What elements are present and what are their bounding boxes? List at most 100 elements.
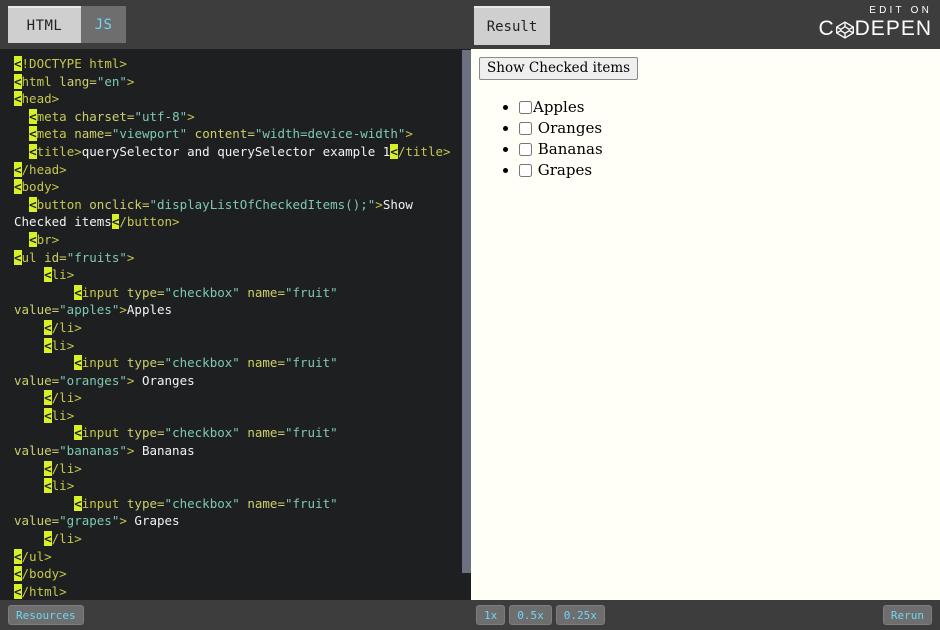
- fruit-checkbox[interactable]: [519, 101, 532, 114]
- code-token-at: name=: [239, 495, 285, 511]
- code-token-tg: button: [36, 196, 90, 212]
- code-token-tx: Oranges: [134, 372, 195, 388]
- code-token-tg: >: [119, 302, 127, 318]
- codepen-wordmark: C DEPEN: [818, 17, 932, 41]
- code-token-at: type=: [126, 425, 165, 441]
- code-token-br: <: [44, 460, 52, 476]
- code-token-tg: /body>: [21, 566, 67, 582]
- code-token-br: <: [74, 355, 82, 371]
- code-token-tg: li>: [51, 267, 75, 283]
- code-token-st: "fruit": [284, 284, 338, 300]
- code-line: <!DOCTYPE html>: [14, 55, 454, 73]
- code-token-tg: !DOCTYPE html>: [21, 56, 127, 71]
- zoom-level-0-25x[interactable]: 0.25x: [555, 605, 605, 625]
- list-item: Oranges: [519, 118, 932, 139]
- code-token-tg: html: [21, 73, 60, 89]
- code-token-st: "fruit": [284, 495, 338, 511]
- zoom-level-0-5x[interactable]: 0.5x: [509, 605, 552, 625]
- code-token-br: <: [44, 478, 52, 494]
- code-token-at: type=: [126, 284, 165, 300]
- code-line: <input type="checkbox" name="fruit" valu…: [14, 354, 454, 389]
- code-token-st: "width=device-width": [254, 126, 406, 142]
- code-token-tg: input: [81, 284, 127, 300]
- codepen-brand[interactable]: EDIT ON C DEPEN: [818, 4, 932, 41]
- tab-html[interactable]: HTML: [8, 6, 81, 43]
- code-token-br: <: [44, 390, 52, 406]
- codepen-wordmark-prefix: C: [818, 17, 835, 40]
- code-line: </html>: [14, 583, 454, 600]
- code-token-tx: Grapes: [126, 513, 180, 529]
- code-token-st: "en": [96, 73, 127, 89]
- code-token-tg: /title>: [397, 143, 451, 159]
- resources-button[interactable]: Resources: [8, 605, 84, 625]
- code-token-tg: /html>: [21, 583, 67, 599]
- code-token-tg: >: [405, 126, 413, 142]
- fruit-label: Oranges: [533, 119, 603, 137]
- code-token-tg: /li>: [51, 390, 82, 406]
- code-token-st: "viewport": [111, 126, 188, 142]
- code-token-tg: li>: [51, 407, 75, 423]
- code-token-tg: ul: [21, 249, 45, 265]
- code-token-tg: >: [375, 196, 383, 212]
- tab-result-label: Result: [486, 18, 538, 35]
- edit-on-label: EDIT ON: [869, 5, 932, 16]
- code-token-tg: >: [119, 513, 127, 529]
- code-token-tg: /ul>: [21, 548, 52, 564]
- code-token-br: <: [14, 161, 22, 177]
- code-token-tx: querySelector and querySelector example …: [81, 143, 391, 159]
- code-token-tx: Apples: [126, 302, 173, 318]
- code-token-st: "checkbox": [164, 355, 240, 371]
- code-line: </li>: [14, 530, 454, 548]
- code-token-tg: input: [81, 495, 127, 511]
- html-editor-pane[interactable]: <!DOCTYPE html> <html lang="en"> <head> <m…: [0, 49, 462, 600]
- code-line: <title>querySelector and querySelector e…: [14, 143, 454, 161]
- code-token-at: charset=: [74, 108, 135, 124]
- tab-result[interactable]: Result: [474, 6, 550, 45]
- code-token-st: "utf-8": [134, 108, 188, 124]
- code-token-at: onclick=: [89, 196, 150, 212]
- code-token-tg: br>: [36, 231, 60, 247]
- code-token-at: id=: [44, 249, 67, 265]
- zoom-level-1x[interactable]: 1x: [476, 605, 506, 625]
- fruit-label: Bananas: [533, 140, 603, 158]
- code-text[interactable]: <!DOCTYPE html> <html lang="en"> <head> <m…: [0, 49, 462, 600]
- code-token-st: "grapes": [59, 513, 120, 529]
- code-line: <li>: [14, 337, 454, 355]
- fruit-checkbox[interactable]: [519, 122, 532, 135]
- rerun-button[interactable]: Rerun: [882, 605, 932, 625]
- code-line: <input type="checkbox" name="fruit" valu…: [14, 284, 454, 319]
- code-line: <meta name="viewport" content="width=dev…: [14, 125, 454, 143]
- code-token-br: <: [29, 143, 37, 159]
- code-token-br: <: [29, 126, 37, 142]
- code-token-at: type=: [126, 495, 165, 511]
- fruit-label: Apples: [533, 98, 585, 116]
- code-token-tg: li>: [51, 478, 75, 494]
- code-line: <ul id="fruits">: [14, 249, 454, 267]
- editor-scrollbar-thumb[interactable]: [462, 50, 471, 573]
- fruit-checkbox[interactable]: [519, 164, 532, 177]
- code-token-br: <: [29, 108, 37, 124]
- code-line: <li>: [14, 407, 454, 425]
- code-token-st: "fruit": [284, 425, 338, 441]
- show-checked-items-button[interactable]: Show Checked items: [479, 57, 639, 80]
- code-token-br: <: [14, 91, 22, 107]
- code-token-tg: /li>: [51, 460, 82, 476]
- fruit-label: Grapes: [533, 161, 593, 179]
- editor-tab-group: HTML JS: [8, 6, 126, 43]
- code-token-br: <: [44, 267, 52, 283]
- result-preview-pane: Show Checked items Apples Oranges Banana…: [471, 49, 940, 600]
- code-line: <input type="checkbox" name="fruit" valu…: [14, 424, 454, 459]
- code-token-tg: body>: [21, 179, 60, 195]
- fruit-checkbox[interactable]: [519, 143, 532, 156]
- tab-js[interactable]: JS: [81, 6, 126, 43]
- zoom-level-group: 1x 0.5x 0.25x: [476, 605, 605, 625]
